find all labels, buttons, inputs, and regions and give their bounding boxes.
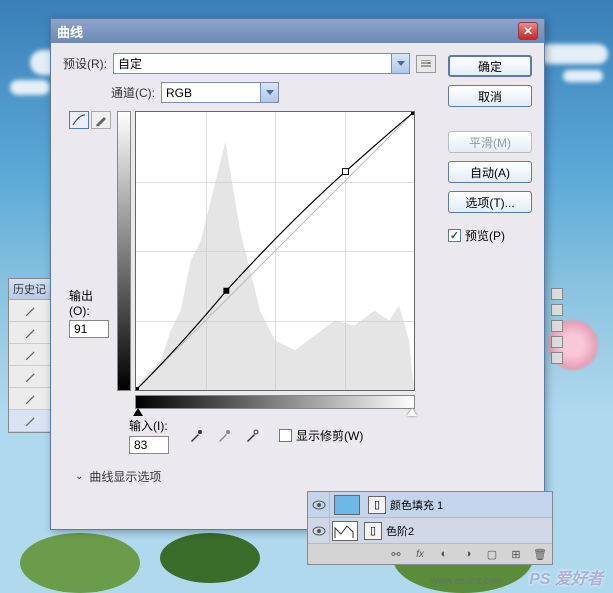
input-gradient[interactable] <box>135 395 415 409</box>
layers-footer: ⚯ fx ◐ ◑ ▢ ⊞ 🗑 <box>308 544 552 564</box>
show-clipping-label: 显示修剪(W) <box>296 427 363 444</box>
preset-value: 自定 <box>118 55 142 72</box>
mask-thumb: ▯ <box>364 522 382 540</box>
tool-item[interactable] <box>551 320 563 332</box>
history-item[interactable] <box>9 410 52 432</box>
layer-thumb <box>334 495 360 515</box>
new-layer-icon[interactable]: ⊞ <box>508 547 524 561</box>
preset-label: 预设(R): <box>63 55 107 72</box>
eyedropper-gray[interactable] <box>213 426 235 446</box>
layer-row[interactable]: ▯ 颜色填充 1 <box>308 492 552 518</box>
eyedropper-icon <box>217 429 231 443</box>
history-item[interactable] <box>9 344 52 366</box>
tool-item[interactable] <box>551 288 563 300</box>
chevron-down-icon: ⌄ <box>75 471 83 482</box>
eyedropper-black[interactable] <box>185 426 207 446</box>
options-button[interactable]: 选项(T)... <box>448 191 532 213</box>
channel-value: RGB <box>166 86 192 100</box>
right-toolbar <box>551 288 565 364</box>
pencil-icon <box>95 114 107 126</box>
history-item[interactable] <box>9 388 52 410</box>
menu-icon <box>421 60 431 68</box>
eyedropper-icon <box>189 429 203 443</box>
eye-icon <box>312 526 326 536</box>
cancel-button[interactable]: 取消 <box>448 85 532 107</box>
curves-dialog: 曲线 ✕ 预设(R): 自定 通道(C): RG <box>50 18 545 530</box>
fx-icon[interactable]: fx <box>412 547 428 561</box>
brush-icon <box>24 348 38 362</box>
watermark-text: PS 爱好者 <box>529 565 603 589</box>
titlebar[interactable]: 曲线 ✕ <box>51 19 544 43</box>
smooth-button: 平滑(M) <box>448 131 532 153</box>
mask-icon[interactable]: ◐ <box>436 547 452 561</box>
channel-select[interactable]: RGB <box>161 82 279 103</box>
curve-icon <box>72 114 86 126</box>
brush-icon <box>24 392 38 406</box>
eyedropper-icon <box>245 429 259 443</box>
layer-row[interactable]: ▯ 色阶2 <box>308 518 552 544</box>
visibility-toggle[interactable] <box>308 518 330 543</box>
mask-thumb: ▯ <box>368 496 386 514</box>
history-item[interactable] <box>9 322 52 344</box>
visibility-toggle[interactable] <box>308 492 330 517</box>
link-icon[interactable]: ⚯ <box>388 547 404 561</box>
preview-label: 预览(P) <box>465 227 505 244</box>
brush-icon <box>24 304 38 318</box>
adjustment-icon[interactable]: ◑ <box>460 547 476 561</box>
brush-icon <box>24 326 38 340</box>
history-title: 历史记 <box>9 279 52 300</box>
layer-thumb <box>332 521 358 541</box>
curve-pencil-tool[interactable] <box>91 111 111 129</box>
white-point-slider[interactable] <box>407 408 417 416</box>
tool-item[interactable] <box>551 352 563 364</box>
dropdown-arrow-icon <box>260 83 278 102</box>
channel-label: 通道(C): <box>111 84 155 101</box>
tool-item[interactable] <box>551 336 563 348</box>
history-panel: 历史记 <box>8 278 53 433</box>
layer-name: 色阶2 <box>386 523 414 539</box>
show-clipping-checkbox[interactable] <box>279 429 292 442</box>
brush-icon <box>24 414 38 428</box>
auto-button[interactable]: 自动(A) <box>448 161 532 183</box>
history-item[interactable] <box>9 300 52 322</box>
close-button[interactable]: ✕ <box>518 22 538 40</box>
output-gradient <box>117 111 131 391</box>
preset-menu-button[interactable] <box>416 55 436 73</box>
preview-checkbox[interactable] <box>448 229 461 242</box>
group-icon[interactable]: ▢ <box>484 547 500 561</box>
eyedropper-white[interactable] <box>241 426 263 446</box>
watermark-url: www.psahz.com <box>431 576 503 587</box>
close-icon: ✕ <box>523 24 533 38</box>
curve-graph[interactable] <box>135 111 415 391</box>
layers-panel: ▯ 颜色填充 1 ▯ 色阶2 ⚯ fx ◐ ◑ ▢ ⊞ 🗑 <box>307 491 553 565</box>
trash-icon[interactable]: 🗑 <box>532 547 548 561</box>
output-input[interactable] <box>69 320 109 338</box>
tool-item[interactable] <box>551 304 563 316</box>
layer-name: 颜色填充 1 <box>390 497 443 513</box>
curve-line <box>136 112 414 390</box>
preset-select[interactable]: 自定 <box>113 53 410 74</box>
input-label: 输入(I): <box>129 417 169 434</box>
input-input[interactable] <box>129 436 169 454</box>
output-label: 输出(O): <box>69 287 111 318</box>
brush-icon <box>24 370 38 384</box>
dropdown-arrow-icon <box>391 54 409 73</box>
display-options-disclosure[interactable]: ⌄ 曲线显示选项 <box>75 468 436 485</box>
curve-point-tool[interactable] <box>69 111 89 129</box>
ok-button[interactable]: 确定 <box>448 55 532 77</box>
eye-icon <box>312 500 326 510</box>
display-options-label: 曲线显示选项 <box>89 468 161 485</box>
black-point-slider[interactable] <box>133 408 143 416</box>
history-item[interactable] <box>9 366 52 388</box>
dialog-title: 曲线 <box>57 22 518 41</box>
